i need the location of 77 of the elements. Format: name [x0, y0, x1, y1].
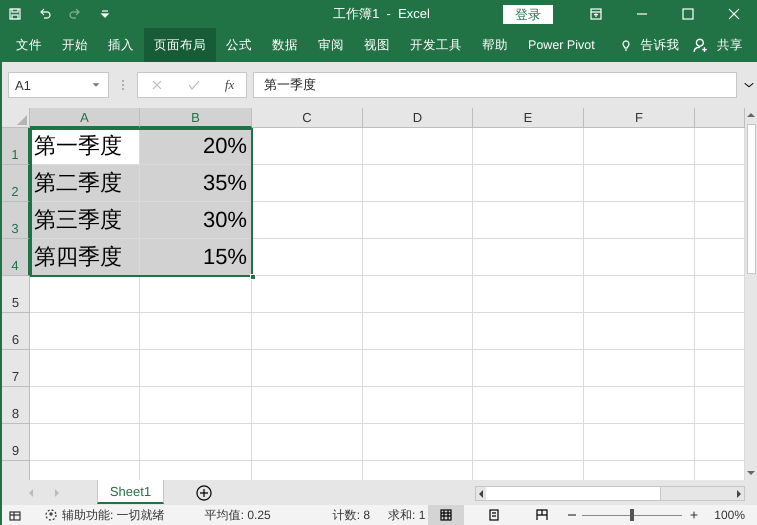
down-triangle-drawing — [746, 468, 756, 478]
plus-circle-drawing — [196, 485, 212, 501]
up-triangle-drawing — [746, 110, 756, 120]
row-header[interactable]: 6 — [2, 313, 30, 350]
share-button[interactable]: 共享 — [687, 28, 749, 62]
redo-arrow-icon — [68, 7, 82, 21]
column-header[interactable]: B — [140, 108, 252, 128]
close-drawing — [727, 7, 741, 21]
column-header[interactable]: A — [30, 108, 140, 128]
page-icon — [487, 508, 502, 522]
column-header[interactable]: C — [252, 108, 363, 128]
column-header[interactable]: F — [584, 108, 695, 128]
ribbon-tab[interactable]: 开始 — [52, 28, 98, 62]
login-button[interactable]: 登录 — [503, 4, 553, 24]
table-cell: 第二季度 — [30, 165, 140, 202]
table-cell: 第四季度 — [30, 239, 140, 276]
row-header[interactable]: 9 — [2, 424, 30, 461]
ribbon-tab[interactable]: 数据 — [262, 28, 308, 62]
accessibility-icon[interactable] — [44, 508, 58, 522]
average-summary: 平均值: 0.25 — [204, 506, 271, 524]
cell-reference: A1 — [15, 78, 31, 92]
sheet-tab[interactable]: Sheet1 — [97, 480, 164, 504]
row-header[interactable]: 4 — [2, 239, 30, 276]
row-header[interactable]: 3 — [2, 202, 30, 239]
row-header[interactable]: 5 — [2, 276, 30, 313]
tell-me-button[interactable]: 告诉我 — [612, 28, 686, 62]
accessibility-status: 辅助功能: 一切就绪 — [62, 506, 165, 524]
zoom-thumb[interactable] — [630, 509, 634, 521]
row-header[interactable]: 2 — [2, 165, 30, 202]
sum-summary: 求和: 1 — [388, 506, 426, 524]
ribbon-tab[interactable]: 视图 — [354, 28, 400, 62]
checkmark-drawing — [187, 78, 202, 92]
right-triangle-drawing — [52, 488, 62, 498]
table-cell: 35% — [140, 165, 252, 202]
cross-drawing — [150, 78, 164, 92]
right-triangle-drawing — [734, 488, 744, 498]
ribbon-tab[interactable]: 审阅 — [308, 28, 354, 62]
formula-input[interactable]: 第一季度 — [253, 72, 737, 98]
row-header[interactable]: 7 — [2, 350, 30, 387]
window-title: 工作簿1 - Excel — [332, 5, 431, 23]
table-cell: 30% — [140, 202, 252, 239]
column-header[interactable]: D — [363, 108, 473, 128]
column-header[interactable]: E — [473, 108, 584, 128]
ribbon-tab[interactable]: 帮助 — [472, 28, 518, 62]
ribbon-tab[interactable]: Power Pivot — [518, 28, 605, 62]
count-summary: 计数: 8 — [332, 506, 370, 524]
corner-triangle-icon — [17, 115, 27, 125]
grid-icon — [439, 508, 454, 522]
ribbon-tab[interactable]: 页面布局 — [144, 28, 216, 62]
ribbon-tab[interactable]: 插入 — [98, 28, 144, 62]
dashed-circle-drawing — [44, 508, 58, 522]
minus-drawing — [568, 514, 576, 516]
add-sheet-icon[interactable] — [196, 485, 212, 501]
ribbon-tab[interactable]: 文件 — [6, 28, 52, 62]
row-header[interactable]: 1 — [2, 128, 30, 165]
table-cell: 15% — [140, 239, 252, 276]
scrollbar-thumb[interactable] — [746, 124, 756, 274]
page-break-icon — [535, 508, 550, 522]
horizontal-scrollbar[interactable] — [475, 486, 745, 501]
fill-handle[interactable] — [250, 274, 256, 280]
scrollbar-thumb[interactable] — [486, 487, 661, 500]
maximize-drawing — [681, 7, 695, 21]
insert-function-button[interactable]: fx — [224, 77, 234, 93]
table-cell: 第一季度 — [30, 128, 140, 165]
save-icon-drawing — [8, 7, 22, 21]
table-cell: 第三季度 — [30, 202, 140, 239]
ribbon-tab[interactable]: 公式 — [216, 28, 262, 62]
row-header[interactable]: 8 — [2, 387, 30, 424]
ribbon-display-drawing — [589, 7, 603, 21]
normal-view-button[interactable] — [428, 505, 464, 525]
zoom-level[interactable]: 100% — [714, 508, 745, 522]
grip-dots-icon — [121, 78, 125, 92]
name-box[interactable]: A1 — [8, 72, 109, 98]
undo-arrow-icon — [38, 7, 52, 21]
person-plus-icon — [693, 37, 709, 53]
table-cell: 20% — [140, 128, 252, 165]
ribbon-tab[interactable]: 开发工具 — [400, 28, 472, 62]
